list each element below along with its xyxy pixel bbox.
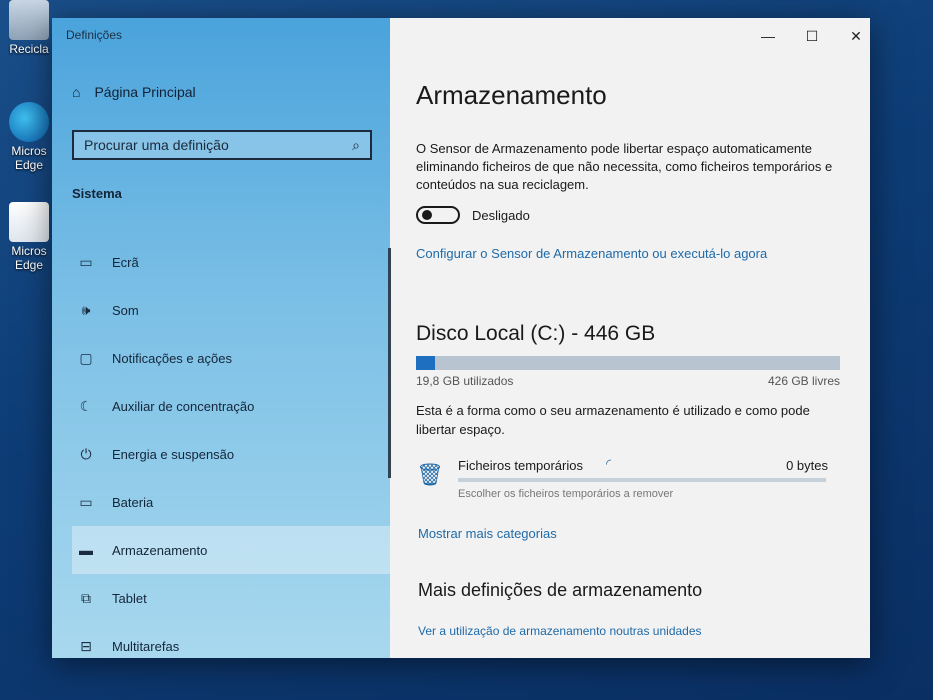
sidebar-item-concentracao[interactable]: ☾ Auxiliar de concentração — [72, 382, 390, 430]
sidebar-item-tablet[interactable]: ⧉ Tablet — [72, 574, 390, 622]
sidebar-item-multitarefas[interactable]: ⊟ Multitarefas — [72, 622, 390, 670]
minimize-button[interactable]: — — [760, 28, 776, 45]
usage-info: Esta é a forma como o seu armazenamento … — [416, 403, 810, 437]
sidebar: Definições ⌂ Página Principal ⌕ Sistema … — [52, 18, 391, 658]
desktop-recycle-bin[interactable]: Recicla — [0, 0, 58, 56]
home-label: Página Principal — [94, 84, 196, 100]
desktop-icon-label: Micros Edge — [11, 144, 47, 172]
sidebar-item-label: Multitarefas — [112, 638, 180, 654]
sidebar-item-energia[interactable]: ⏻ Energia e suspensão — [72, 430, 390, 478]
desktop-edge-shortcut[interactable]: Micros Edge — [0, 102, 58, 172]
close-button[interactable]: ✕ — [848, 28, 864, 45]
sidebar-item-label: Auxiliar de concentração — [112, 398, 255, 414]
speaker-icon: 🕪 — [81, 301, 91, 318]
used-label: 19,8 GB utilizados — [416, 374, 514, 388]
maximize-button[interactable]: ☐ — [804, 28, 820, 45]
search-input[interactable] — [74, 137, 342, 153]
desktop-icon-label: Recicla — [9, 42, 49, 56]
tablet-icon: ⧉ — [81, 589, 91, 606]
toggle-knob — [422, 210, 432, 220]
page-title: Armazenamento — [416, 80, 607, 110]
sidebar-item-label: Armazenamento — [112, 542, 208, 558]
storage-icon: ▬ — [79, 542, 93, 558]
sidebar-item-armazenamento[interactable]: ▬ Armazenamento — [72, 526, 390, 574]
temp-files-size: 0 bytes — [786, 458, 828, 473]
settings-window: Definições ⌂ Página Principal ⌕ Sistema … — [52, 18, 870, 658]
storage-sensor-toggle-row: Desligado — [416, 206, 530, 224]
show-more-categories-link[interactable]: Mostrar mais categorias — [418, 526, 557, 541]
sidebar-item-label: Energia e suspensão — [112, 446, 235, 462]
main-content: — ☐ ✕ Armazenamento O Sensor de Armazena… — [390, 18, 870, 658]
notification-icon: ▢ — [79, 349, 93, 366]
window-controls: — ☐ ✕ — [760, 28, 864, 45]
edge-icon — [9, 102, 49, 142]
sidebar-item-label: Notificações e ações — [112, 350, 232, 366]
sidebar-item-som[interactable]: 🕪 Som — [72, 286, 390, 334]
monitor-icon: ▭ — [79, 253, 93, 270]
search-icon[interactable]: ⌕ — [342, 137, 370, 154]
sidebar-item-label: Ecrã — [112, 254, 139, 270]
power-icon: ⏻ — [80, 445, 92, 462]
disk-usage-fill — [416, 356, 435, 370]
more-settings-heading: Mais definições de armazenamento — [418, 580, 703, 600]
sidebar-item-label: Tablet — [112, 590, 147, 606]
temp-files-bar — [458, 478, 826, 482]
loading-spinner-icon: ◜ — [606, 456, 612, 471]
section-heading: Sistema — [72, 186, 122, 201]
other-drives-usage-link[interactable]: Ver a utilização de armazenamento noutra… — [418, 624, 702, 638]
temp-files-sub: Escolher os ficheiros temporários a remo… — [458, 488, 674, 500]
moon-icon: ☾ — [79, 397, 93, 414]
file-icon — [9, 202, 49, 242]
disk-usage-bar — [416, 356, 840, 370]
home-icon: ⌂ — [72, 84, 81, 100]
sidebar-item-bateria[interactable]: ▭ Bateria — [72, 478, 390, 526]
desktop-icon-label: Micros Edge — [11, 244, 47, 272]
multitask-icon: ⊟ — [80, 637, 92, 654]
configure-sensor-link[interactable]: Configurar o Sensor de Armazenamento ou … — [416, 246, 767, 261]
sidebar-nav: ▭ Ecrã 🕪 Som ▢ Notificações e ações ☾ Au… — [72, 238, 390, 670]
sidebar-item-notificacoes[interactable]: ▢ Notificações e ações — [72, 334, 390, 382]
app-title: Definições — [66, 28, 123, 42]
search-box[interactable]: ⌕ — [72, 130, 372, 160]
storage-sensor-toggle[interactable] — [416, 206, 460, 224]
toggle-state-label: Desligado — [472, 207, 530, 223]
desktop-edge-file[interactable]: Micros Edge — [0, 202, 58, 272]
free-label: 426 GB livres — [767, 374, 840, 388]
battery-icon: ▭ — [79, 493, 93, 510]
sidebar-item-label: Som — [112, 302, 139, 318]
home-link[interactable]: ⌂ Página Principal — [72, 84, 196, 100]
temp-files-row[interactable]: 🗑 Ficheiros temporários ◜ 0 bytes Escolh… — [416, 456, 828, 506]
disk-usage-labels: 19,8 GB utilizados 426 GB livres — [416, 374, 840, 388]
sidebar-item-ecra[interactable]: ▭ Ecrã — [72, 238, 390, 286]
recycle-bin-icon — [9, 0, 49, 40]
sensor-description: O Sensor de Armazenamento pode libertar … — [416, 141, 833, 192]
sidebar-item-label: Bateria — [112, 494, 154, 510]
temp-files-name: Ficheiros temporários — [458, 458, 583, 473]
trash-icon: 🗑 — [416, 462, 444, 487]
disk-title: Disco Local (C:) - 446 GB — [416, 322, 656, 345]
